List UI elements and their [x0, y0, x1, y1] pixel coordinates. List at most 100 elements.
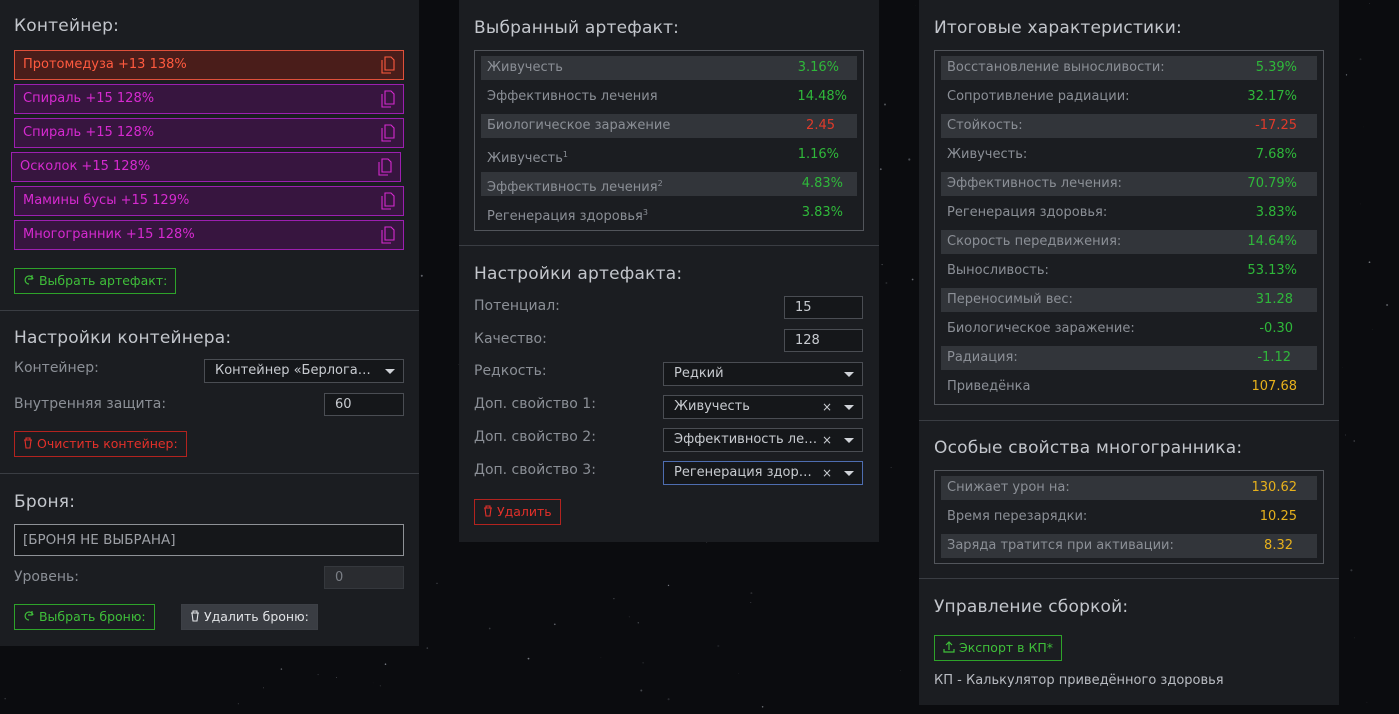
- container-item-label: Спираль +15 128%: [23, 91, 155, 106]
- table-row: Радиация: -1.12: [941, 346, 1317, 370]
- chevron-down-icon: [844, 438, 854, 443]
- star-dot: [908, 158, 911, 161]
- armor-level-input[interactable]: 0: [324, 566, 404, 589]
- delete-artifact-label: Удалить: [496, 504, 552, 519]
- stat-value: 32.17%: [1247, 89, 1297, 104]
- prop1-label: Доп. свойство 1:: [474, 396, 596, 412]
- table-row: Время перезарядки: 10.25: [941, 505, 1317, 529]
- copy-icon[interactable]: [381, 226, 395, 244]
- table-row: Регенерация здоровья: 3.83%: [941, 201, 1317, 225]
- stat-value: 10.25: [1259, 509, 1297, 524]
- star-dot: [667, 698, 670, 701]
- star-dot: [1359, 58, 1362, 61]
- container-item[interactable]: Многогранник +15 128%: [14, 220, 404, 250]
- copy-icon[interactable]: [381, 192, 395, 210]
- select-armor-label: Выбрать броню:: [38, 609, 146, 624]
- table-row: Приведёнка 107.68: [941, 375, 1317, 399]
- upload-icon: [943, 641, 955, 653]
- prop2-select[interactable]: Эффективность ле… ×: [663, 428, 863, 452]
- trash-icon: [24, 437, 32, 449]
- container-item[interactable]: Спираль +15 128%: [14, 118, 404, 148]
- prop3-select[interactable]: Регенерация здор… ×: [663, 461, 863, 485]
- star-dot: [1344, 434, 1346, 436]
- rarity-label: Редкость:: [474, 363, 547, 379]
- stat-value: 14.48%: [797, 89, 847, 104]
- star-dot: [613, 597, 615, 600]
- table-row: Живучесть 3.16%: [481, 56, 857, 80]
- export-button[interactable]: Экспорт в КП*: [934, 635, 1063, 661]
- table-row: Скорость передвижения: 14.64%: [941, 230, 1317, 254]
- star-dot: [335, 676, 337, 678]
- star-dot: [761, 706, 764, 708]
- container-item[interactable]: Протомедуза +13 138%: [14, 50, 404, 80]
- clear-container-label: Очистить контейнер:: [36, 436, 178, 451]
- star-dot: [1363, 126, 1364, 128]
- star-dot: [317, 674, 319, 676]
- chevron-down-icon: [844, 471, 854, 476]
- table-row: Эффективность лечения 14.48%: [481, 85, 857, 109]
- clear-icon[interactable]: ×: [822, 396, 832, 418]
- star-dot: [717, 644, 720, 648]
- clear-icon[interactable]: ×: [822, 462, 832, 484]
- star-dot: [237, 703, 239, 705]
- clear-icon[interactable]: ×: [822, 429, 832, 451]
- table-row: Переносимый вес: 31.28: [941, 288, 1317, 312]
- prop2-label: Доп. свойство 2:: [474, 429, 596, 445]
- container-item[interactable]: Осколок +15 128%: [11, 152, 401, 182]
- container-item[interactable]: Мамины бусы +15 129%: [14, 186, 404, 216]
- table-row: Эффективность лечения: 70.79%: [941, 172, 1317, 196]
- table-row: Живучесть: 7.68%: [941, 143, 1317, 167]
- select-armor-button[interactable]: Выбрать броню:: [14, 604, 155, 630]
- armor-level-label: Уровень:: [14, 569, 79, 585]
- prop2-value: Эффективность ле…: [674, 432, 818, 447]
- star-dot: [600, 656, 602, 658]
- chevron-down-icon: [385, 369, 395, 374]
- container-select[interactable]: Контейнер «Берлога…: [204, 359, 404, 383]
- rarity-value: Редкий: [674, 366, 724, 381]
- left-panel: Контейнер: Протомедуза +13 138% Спираль …: [0, 0, 419, 646]
- potential-input[interactable]: 15: [784, 296, 863, 319]
- star-dot: [750, 601, 752, 603]
- select-artifact-button[interactable]: Выбрать артефакт:: [14, 268, 177, 294]
- protection-input[interactable]: 60: [324, 393, 404, 416]
- armor-field[interactable]: [БРОНЯ НЕ ВЫБРАНА]: [14, 524, 404, 556]
- star-dot: [420, 274, 423, 277]
- quality-label: Качество:: [474, 331, 547, 347]
- artifact-settings-title: Настройки артефакта:: [474, 264, 683, 284]
- chevron-down-icon: [844, 372, 854, 377]
- copy-icon[interactable]: [381, 124, 395, 142]
- star-dot: [280, 668, 283, 670]
- delete-armor-button[interactable]: Удалить броню:: [181, 604, 318, 630]
- container-item[interactable]: Спираль +15 128%: [14, 84, 404, 114]
- star-dot: [881, 264, 883, 266]
- stat-value: 31.28: [1255, 292, 1293, 307]
- star-dot: [879, 168, 882, 171]
- rarity-select[interactable]: Редкий: [663, 362, 863, 386]
- table-row: Биологическое заражение: -0.30: [941, 317, 1317, 341]
- refresh-icon: [24, 611, 34, 621]
- build-title: Управление сборкой:: [934, 597, 1129, 617]
- star-dot: [1345, 74, 1348, 76]
- stat-value: 1.16%: [797, 147, 839, 162]
- quality-input[interactable]: 128: [784, 329, 863, 352]
- copy-icon[interactable]: [378, 158, 392, 176]
- delete-armor-label: Удалить броню:: [203, 609, 309, 624]
- table-row: Регенерация здоровья3 3.83%: [481, 201, 857, 225]
- copy-icon[interactable]: [381, 56, 395, 74]
- prop1-select[interactable]: Живучесть ×: [663, 395, 863, 419]
- divider: [919, 420, 1339, 421]
- stat-value: 53.13%: [1247, 263, 1297, 278]
- clear-container-button[interactable]: Очистить контейнер:: [14, 431, 187, 457]
- star-dot: [667, 584, 670, 587]
- container-label: Контейнер:: [14, 360, 99, 376]
- star-dot: [750, 592, 753, 595]
- star-dot: [1369, 3, 1370, 4]
- stat-value: -0.30: [1259, 321, 1293, 336]
- copy-icon[interactable]: [381, 90, 395, 108]
- star-dot: [911, 278, 914, 281]
- stat-value: 2.45: [806, 118, 835, 133]
- table-row: Стойкость: -17.25: [941, 114, 1317, 138]
- star-dot: [1353, 440, 1355, 442]
- stat-value: -1.12: [1257, 350, 1291, 365]
- delete-artifact-button[interactable]: Удалить: [474, 499, 561, 525]
